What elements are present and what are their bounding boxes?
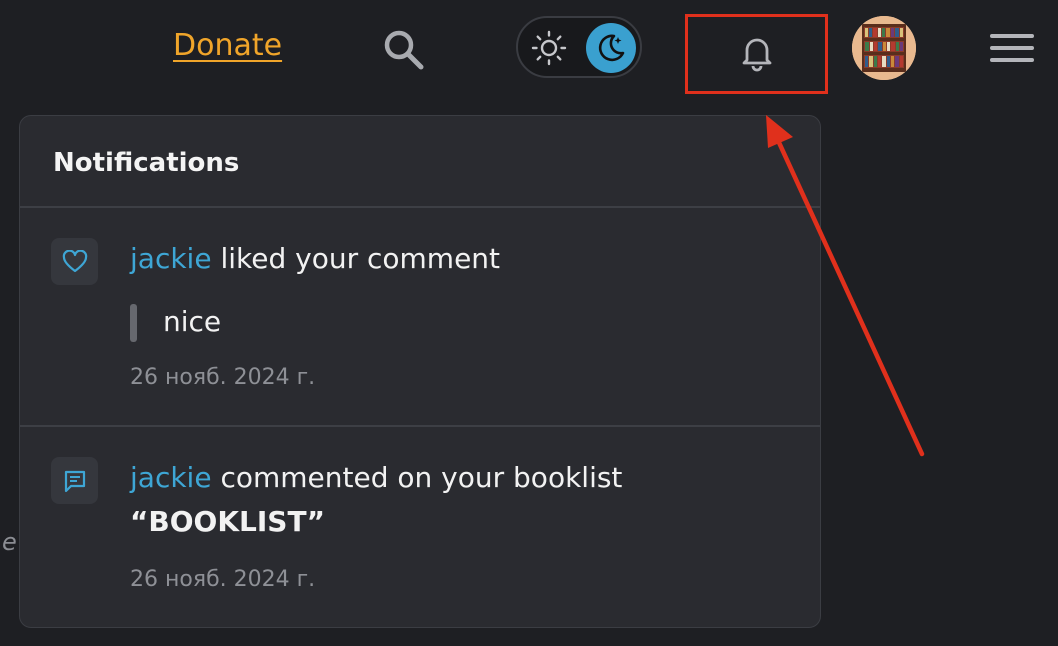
- donate-link[interactable]: Donate: [173, 26, 282, 66]
- notifications-button[interactable]: [685, 14, 828, 94]
- quote-bar: [130, 304, 137, 342]
- notification-text: jackie liked your comment: [130, 237, 500, 281]
- user-avatar[interactable]: [852, 16, 916, 80]
- divider: [20, 425, 820, 427]
- notification-action: liked your comment: [220, 242, 501, 275]
- notification-date: 26 нояб. 2024 г.: [130, 567, 316, 592]
- notifications-dropdown: Notifications jackie liked your comment …: [19, 115, 821, 628]
- notification-date: 26 нояб. 2024 г.: [130, 365, 316, 390]
- notification-user[interactable]: jackie: [130, 242, 212, 275]
- divider: [20, 206, 820, 208]
- notification-target[interactable]: “BOOKLIST”: [130, 505, 325, 538]
- sun-icon[interactable]: [530, 29, 568, 67]
- bell-icon: [737, 32, 777, 76]
- notification-action: commented on your booklist: [220, 461, 623, 494]
- theme-toggle[interactable]: [516, 16, 642, 78]
- notifications-title: Notifications: [53, 148, 240, 178]
- notification-text: jackie commented on your booklist “BOOKL…: [130, 456, 730, 544]
- moon-icon[interactable]: [586, 23, 636, 73]
- heart-icon: [51, 238, 98, 285]
- notification-user[interactable]: jackie: [130, 461, 212, 494]
- comment-icon: [51, 457, 98, 504]
- notification-quote: nice: [163, 305, 222, 338]
- hamburger-menu-icon[interactable]: [988, 30, 1036, 68]
- background-text: e: [2, 528, 17, 556]
- search-icon[interactable]: [380, 26, 426, 72]
